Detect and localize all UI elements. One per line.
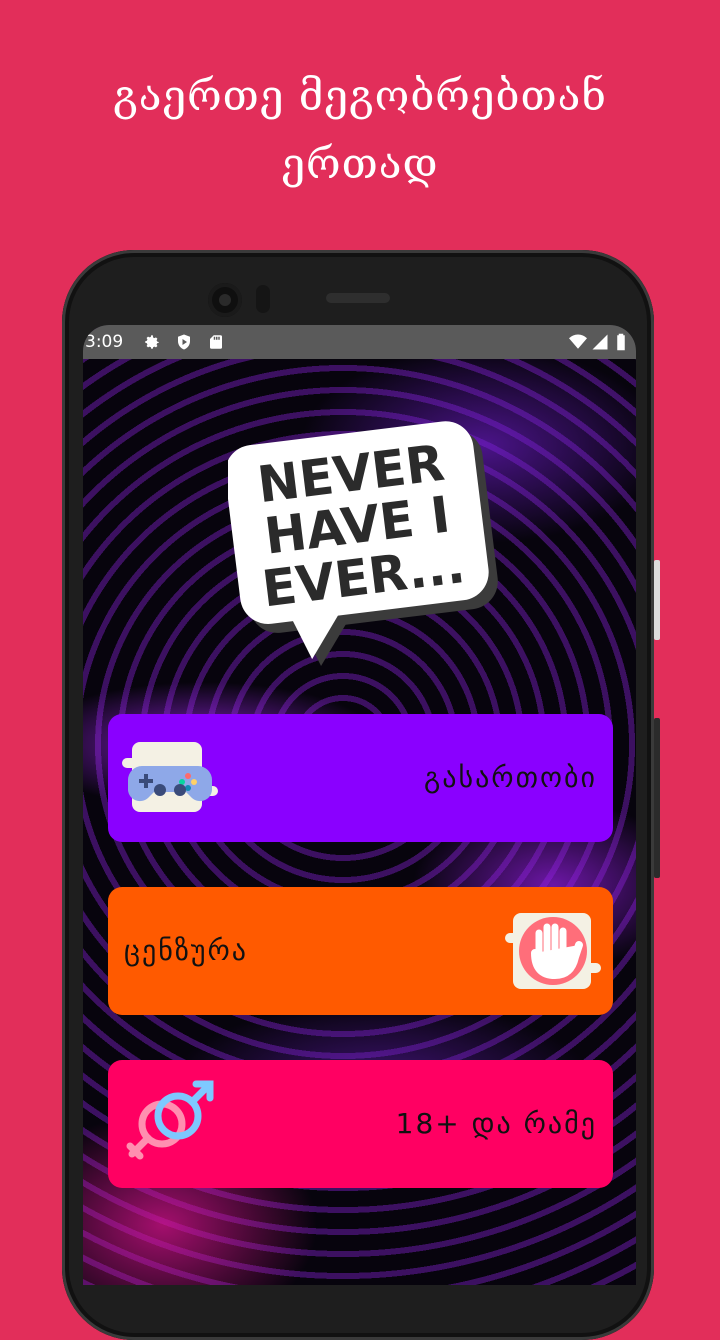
battery-icon (617, 333, 625, 351)
gender-symbols-icon (126, 1080, 214, 1160)
phone-screen: 3:09 NEVER HAVE I EVER... გასართობი ცენზ… (83, 325, 636, 1285)
adult-button-label: 18+ და რამე (395, 1107, 597, 1140)
headline-line-2: ერთად (281, 139, 439, 188)
headline-line-1: გაერთე მეგობრებთან (113, 71, 607, 120)
app-logo: NEVER HAVE I EVER... (228, 421, 498, 667)
entertainment-button[interactable]: გასართობი (108, 714, 613, 842)
proximity-sensor (256, 285, 270, 313)
earpiece-speaker (326, 293, 390, 303)
phone-volume-button (654, 718, 660, 878)
adult-button[interactable]: 18+ და რამე (108, 1060, 613, 1188)
status-bar: 3:09 (83, 325, 636, 359)
sd-card-icon (210, 335, 222, 349)
entertainment-button-label: გასართობი (423, 761, 597, 794)
censorship-button[interactable]: ცენზურა (108, 887, 613, 1015)
promo-headline: გაერთე მეგობრებთან ერთად (0, 62, 720, 198)
signal-icon (592, 334, 608, 350)
wifi-icon (569, 334, 587, 349)
front-camera (208, 283, 242, 317)
settings-icon (145, 335, 159, 349)
gamepad-icon (122, 742, 218, 812)
censorship-button-label: ცენზურა (124, 934, 248, 967)
status-time: 3:09 (85, 332, 124, 352)
phone-power-button (654, 560, 660, 640)
shield-play-icon (178, 334, 190, 350)
stop-hand-icon (505, 913, 601, 989)
